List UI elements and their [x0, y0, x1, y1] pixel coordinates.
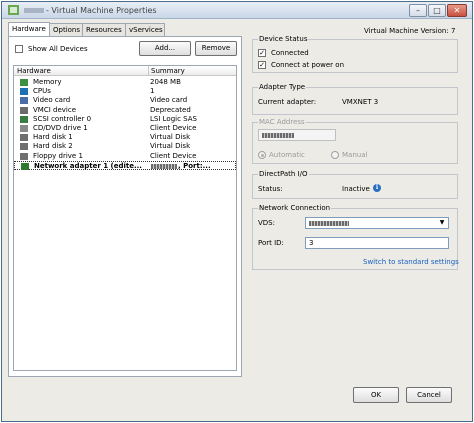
- network-connection-group: Network Connection VDS: ▼ Port ID: 3 Swi…: [252, 204, 459, 270]
- chevron-down-icon[interactable]: ▼: [437, 218, 447, 228]
- connected-label: Connected: [271, 49, 309, 57]
- automatic-radio: [258, 151, 266, 159]
- remove-button[interactable]: Remove: [195, 41, 237, 56]
- current-adapter-label: Current adapter:: [258, 98, 317, 106]
- hardware-row-summary: 1: [150, 87, 155, 96]
- connect-at-power-on-checkbox[interactable]: ✓: [258, 61, 266, 69]
- vm-app-icon: [8, 5, 19, 15]
- hardware-row-summary: 2048 MB: [150, 78, 181, 86]
- hardware-row-name: Memory: [33, 78, 62, 86]
- redacted-vm-name: [24, 8, 44, 13]
- hardware-row-summary: Client Device: [150, 124, 197, 132]
- hardware-row-name: Floppy drive 1: [33, 151, 83, 160]
- hardware-row-name: Network adapter 1 (edite...: [34, 161, 142, 170]
- hardware-row-name: SCSI controller 0: [33, 114, 92, 123]
- hardware-row[interactable]: CD/DVD drive 1 Client Device: [14, 124, 236, 133]
- ok-button[interactable]: OK: [353, 387, 399, 403]
- mac-address-title: MAC Address: [258, 118, 306, 126]
- hardware-row-name: Video card: [33, 96, 71, 105]
- tab-resources[interactable]: Resources: [82, 23, 126, 37]
- tab-hardware[interactable]: Hardware: [8, 22, 50, 37]
- directpath-group: DirectPath I/O Status: Inactive i: [252, 170, 458, 199]
- hardware-list: Hardware Summary Memory 2048 MB CPUs 1 Video…: [13, 65, 237, 371]
- hardware-row[interactable]: Floppy drive 1 Client Device: [14, 152, 236, 161]
- hardware-row-name: Hard disk 2: [33, 142, 73, 151]
- vds-label: VDS:: [258, 219, 275, 227]
- device-status-title: Device Status: [258, 35, 309, 43]
- hardware-row-name: CPUs: [33, 87, 51, 96]
- add-button[interactable]: Add...: [139, 41, 191, 56]
- cd-dvd-icon: [20, 125, 28, 132]
- cancel-button[interactable]: Cancel: [406, 387, 452, 403]
- directpath-title: DirectPath I/O: [258, 170, 309, 178]
- memory-icon: [20, 79, 28, 86]
- hardware-row[interactable]: Network adapter 1 (edite... , Port:...: [14, 160, 236, 170]
- hardware-row[interactable]: CPUs 1: [14, 87, 236, 96]
- manual-radio: [331, 151, 339, 159]
- hardware-row-summary: Video card: [150, 96, 188, 105]
- hard-disk-icon: [20, 143, 28, 151]
- switch-to-standard-settings-link[interactable]: Switch to standard settings: [363, 258, 459, 266]
- connect-at-power-on-label: Connect at power on: [271, 61, 345, 69]
- adapter-type-title: Adapter Type: [258, 83, 307, 91]
- vds-dropdown[interactable]: ▼: [305, 217, 449, 229]
- video-card-icon: [20, 97, 28, 105]
- device-status-group: Device Status ✓ Connected ✓ Connect at p…: [252, 35, 458, 73]
- title-bar: - Virtual Machine Properties – □ ✕: [2, 2, 472, 19]
- redacted-vds-name: [309, 221, 349, 226]
- radio-selected-dot: [261, 154, 264, 157]
- hardware-row-summary: Client Device: [150, 151, 197, 160]
- mac-address-field: [258, 129, 336, 141]
- maximize-button[interactable]: □: [428, 4, 446, 17]
- vmci-icon: [20, 106, 28, 114]
- floppy-icon: [20, 152, 28, 160]
- automatic-label: Automatic: [269, 151, 305, 159]
- hardware-row-summary: , Port:...: [178, 161, 211, 170]
- hardware-row-summary: Virtual Disk: [150, 133, 191, 142]
- hardware-row[interactable]: Video card Video card: [14, 96, 236, 105]
- hardware-row[interactable]: Hard disk 1 Virtual Disk: [14, 133, 236, 142]
- port-id-field[interactable]: 3: [305, 237, 449, 249]
- show-all-devices-checkbox[interactable]: [15, 45, 23, 53]
- hardware-row-name: CD/DVD drive 1: [33, 124, 88, 132]
- close-button[interactable]: ✕: [447, 4, 467, 17]
- list-header: Hardware Summary: [14, 66, 236, 76]
- network-connection-title: Network Connection: [258, 204, 332, 212]
- manual-label: Manual: [342, 151, 368, 159]
- directpath-status-label: Status:: [258, 185, 283, 193]
- hardware-row-summary: LSI Logic SAS: [150, 114, 197, 123]
- hardware-row[interactable]: SCSI controller 0 LSI Logic SAS: [14, 115, 236, 124]
- hard-disk-icon: [20, 134, 28, 142]
- directpath-status-value: Inactive: [342, 185, 370, 193]
- hardware-row[interactable]: Memory 2048 MB: [14, 78, 236, 87]
- adapter-type-group: Adapter Type Current adapter: VMXNET 3: [252, 83, 458, 115]
- connected-checkbox[interactable]: ✓: [258, 49, 266, 57]
- info-icon[interactable]: i: [373, 184, 381, 192]
- hardware-row-name: VMCI device: [33, 105, 76, 114]
- minimize-button[interactable]: –: [409, 4, 427, 17]
- hardware-row-summary: Deprecated: [150, 105, 191, 114]
- column-summary[interactable]: Summary: [151, 67, 185, 75]
- scsi-icon: [20, 115, 28, 123]
- redacted-network-name: [151, 163, 177, 169]
- column-hardware[interactable]: Hardware: [17, 67, 51, 75]
- column-divider: [148, 66, 149, 76]
- window-title: - Virtual Machine Properties: [46, 6, 157, 15]
- hardware-row[interactable]: VMCI device Deprecated: [14, 106, 236, 115]
- cpu-icon: [20, 88, 28, 96]
- hardware-row[interactable]: Hard disk 2 Virtual Disk: [14, 142, 236, 151]
- mac-address-group: MAC Address Automatic Manual: [252, 118, 458, 164]
- tab-vservices[interactable]: vServices: [125, 23, 165, 37]
- show-all-devices-label: Show All Devices: [28, 45, 88, 53]
- hardware-panel: Show All Devices Add... Remove Hardware …: [8, 36, 242, 377]
- network-adapter-icon: [21, 162, 29, 170]
- port-id-label: Port ID:: [258, 239, 284, 247]
- vm-version-label: Virtual Machine Version: 7: [364, 27, 456, 35]
- hardware-row-name: Hard disk 1: [33, 133, 73, 142]
- current-adapter-value: VMXNET 3: [342, 98, 379, 106]
- tab-options[interactable]: Options: [49, 23, 83, 37]
- virtual-machine-properties-window: - Virtual Machine Properties – □ ✕ Hardw…: [1, 1, 473, 422]
- redacted-mac: [262, 133, 294, 138]
- hardware-row-summary: Virtual Disk: [150, 142, 191, 151]
